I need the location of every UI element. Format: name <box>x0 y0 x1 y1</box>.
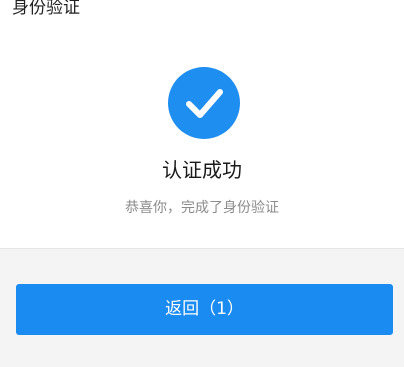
result-card: 身份验证 认证成功 恭喜你，完成了身份验证 <box>0 0 404 248</box>
page-title: 身份验证 <box>12 0 80 18</box>
checkmark-circle-icon <box>168 67 240 139</box>
checkmark-icon <box>186 89 223 118</box>
result-subtitle: 恭喜你，完成了身份验证 <box>125 200 279 216</box>
return-button[interactable]: 返回（1） <box>16 284 393 335</box>
result-title: 认证成功 <box>162 158 242 182</box>
